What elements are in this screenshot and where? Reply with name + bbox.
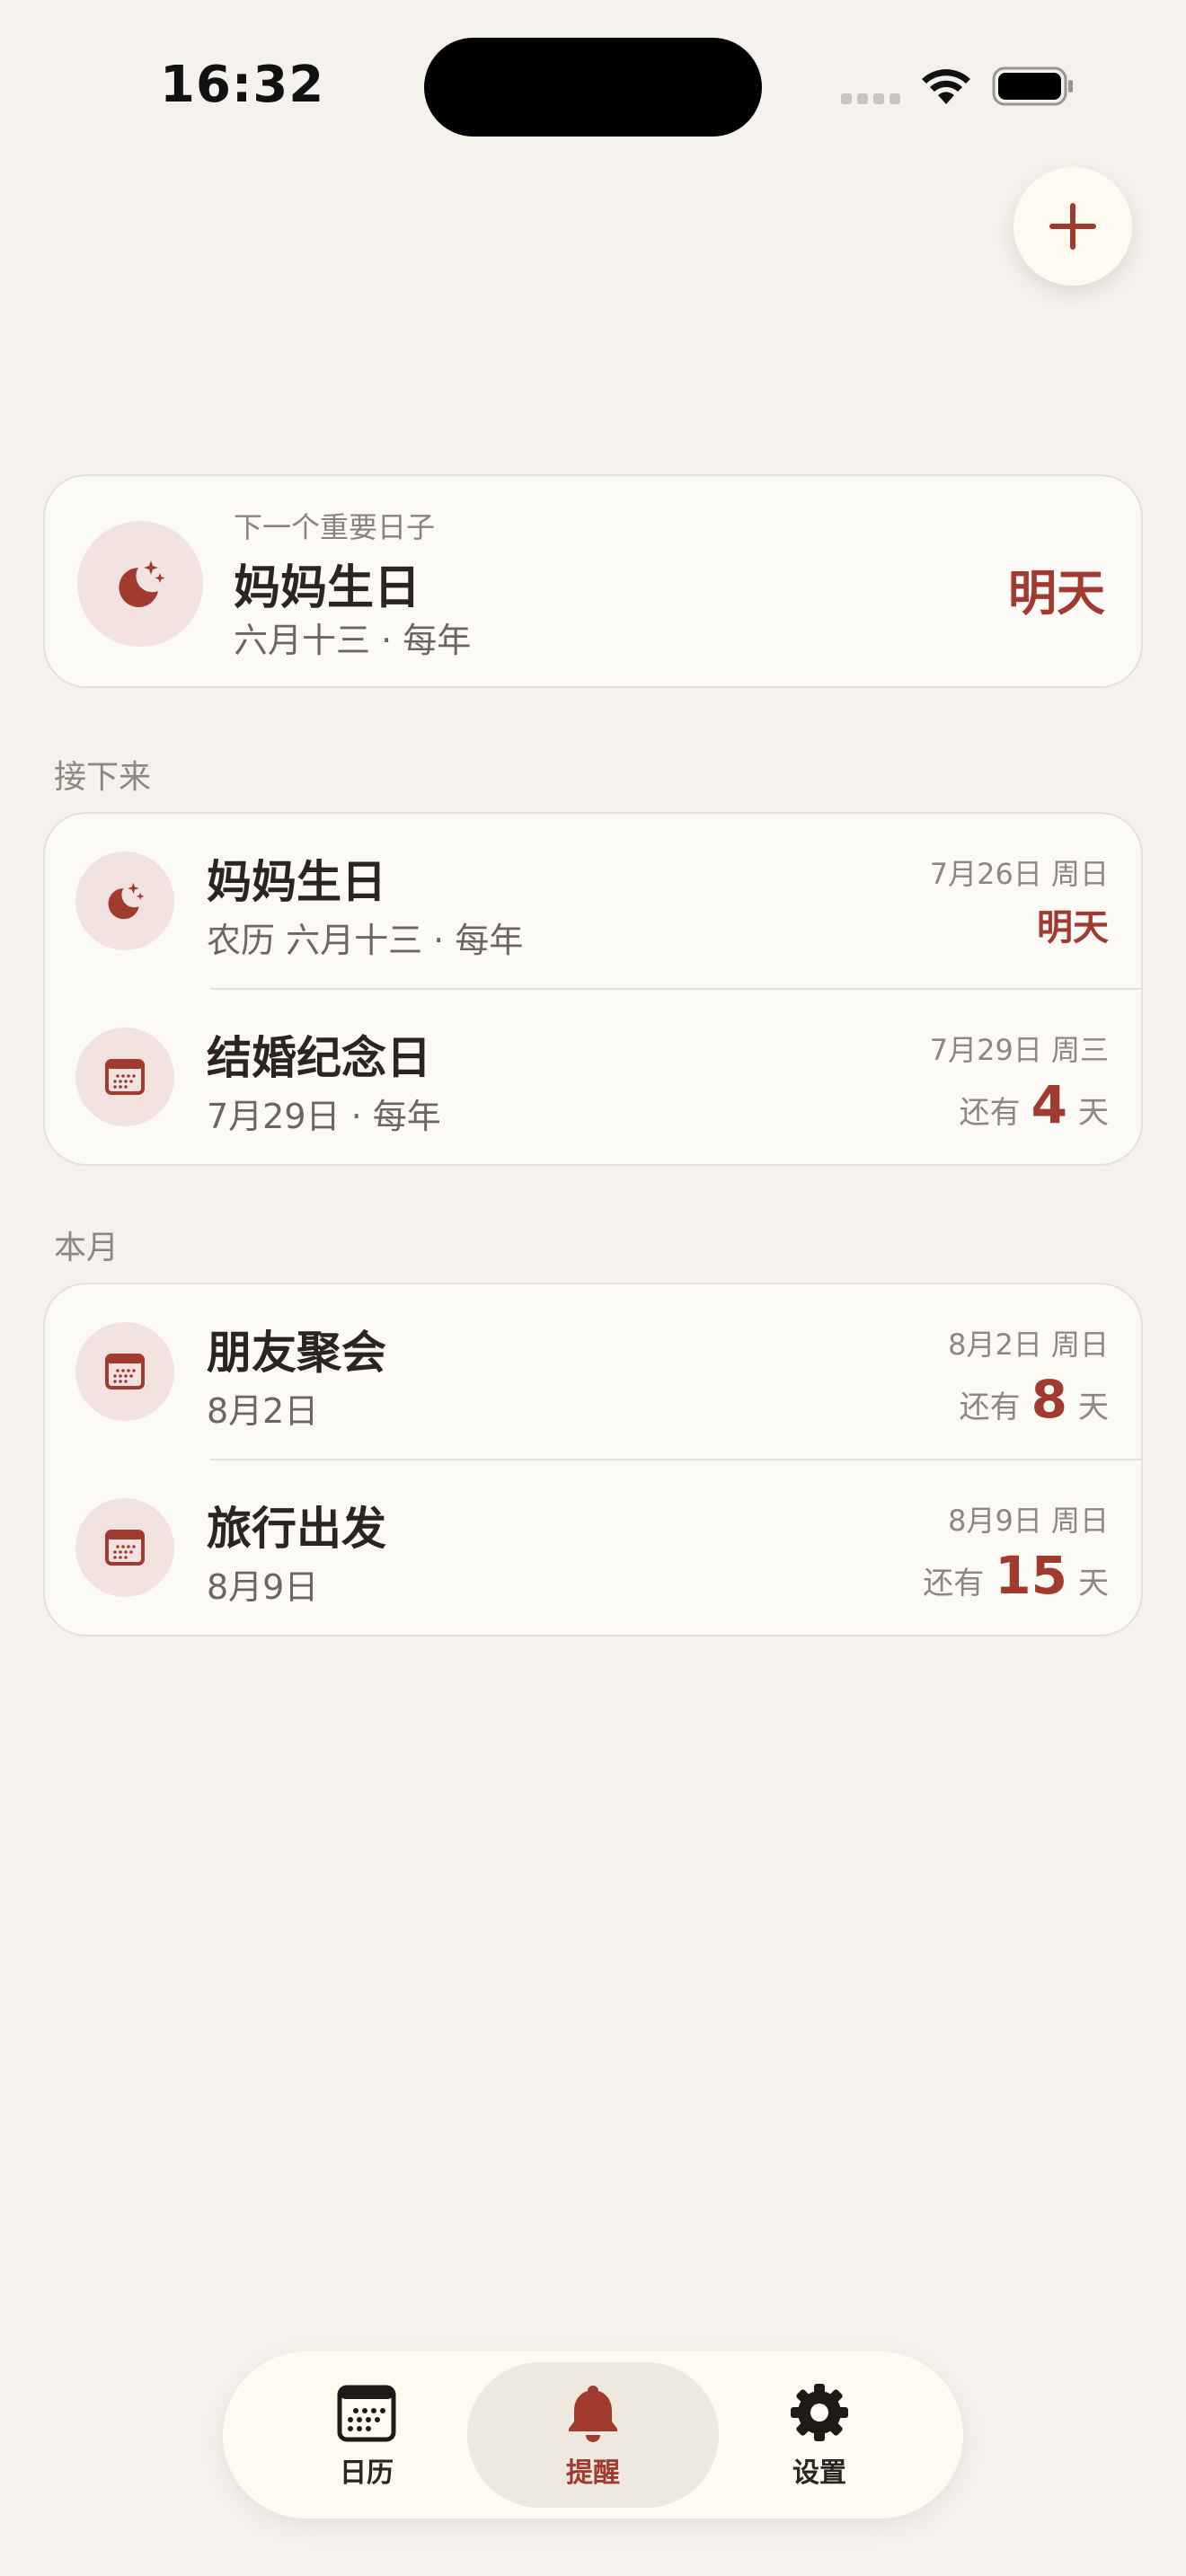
item-title: 妈妈生日 <box>207 856 386 908</box>
item-date: 8月2日 周日 <box>948 1328 1109 1362</box>
bell-icon <box>569 2386 617 2442</box>
item-icon-container <box>75 1498 174 1597</box>
this-month-list: 朋友聚会 8月2日 8月2日 周日 还有 8 天 旅行出发 8月9日 8月9日 … <box>43 1283 1143 1636</box>
item-countdown: 还有 4 天 <box>960 1074 1109 1135</box>
list-item[interactable]: 妈妈生日 农历 六月十三 · 每年 7月26日 周日 明天 <box>45 814 1141 988</box>
moon-stars-icon <box>119 560 165 607</box>
hero-countdown-badge: 明天 <box>1008 565 1105 622</box>
countdown-days: 15 <box>995 1545 1067 1606</box>
item-subtitle: 8月9日 <box>207 1567 319 1607</box>
countdown-prefix: 还有 <box>959 1095 1021 1131</box>
tab-settings[interactable]: 设置 <box>694 2362 945 2508</box>
calendar-icon <box>337 2385 396 2442</box>
gear-icon <box>791 2384 848 2441</box>
tab-calendar[interactable]: 日历 <box>241 2362 492 2508</box>
item-title: 旅行出发 <box>207 1503 386 1555</box>
item-countdown: 明天 <box>1037 898 1109 950</box>
item-countdown: 还有 15 天 <box>923 1545 1109 1606</box>
item-subtitle: 农历 六月十三 · 每年 <box>207 921 524 960</box>
countdown-suffix: 天 <box>1078 1566 1109 1601</box>
section-label-upcoming: 接下来 <box>54 759 152 796</box>
calendar-icon <box>105 1059 145 1095</box>
dynamic-island <box>424 38 762 137</box>
next-important-day-card[interactable]: 下一个重要日子 妈妈生日 六月十三 · 每年 明天 <box>43 474 1143 688</box>
countdown-prefix: 还有 <box>923 1566 985 1601</box>
item-icon-container <box>75 1028 174 1126</box>
hero-subtitle: 六月十三 · 每年 <box>234 621 472 660</box>
countdown-days: 4 <box>1031 1074 1067 1135</box>
countdown-prefix: 还有 <box>959 1389 1021 1425</box>
hero-icon-container <box>77 521 203 647</box>
item-icon-container <box>75 1322 174 1421</box>
moon-stars-icon <box>108 882 145 920</box>
tab-label: 提醒 <box>566 2457 620 2489</box>
tab-label: 日历 <box>340 2457 394 2489</box>
hero-eyebrow: 下一个重要日子 <box>234 510 436 544</box>
item-subtitle: 8月2日 <box>207 1391 319 1431</box>
list-item[interactable]: 朋友聚会 8月2日 8月2日 周日 还有 8 天 <box>45 1284 1141 1459</box>
tab-label: 设置 <box>792 2457 846 2489</box>
item-countdown: 还有 8 天 <box>960 1369 1109 1430</box>
tab-reminders[interactable]: 提醒 <box>467 2362 719 2508</box>
item-icon-container <box>75 851 174 950</box>
countdown-suffix: 天 <box>1078 1095 1109 1131</box>
reminders-screen: 16:32 下一个重要日子 妈妈生日 六月十三 · 每年 明天 接下来 妈妈生日… <box>0 0 1186 2576</box>
cellular-signal-icon <box>841 93 900 104</box>
tab-bar: 日历 提醒 设置 <box>223 2351 963 2519</box>
wifi-icon <box>922 69 970 104</box>
calendar-icon <box>105 1530 145 1566</box>
add-reminder-button[interactable] <box>1013 167 1132 286</box>
status-time: 16:32 <box>160 56 325 114</box>
list-item[interactable]: 旅行出发 8月9日 8月9日 周日 还有 15 天 <box>45 1460 1141 1635</box>
list-item[interactable]: 结婚纪念日 7月29日 · 每年 7月29日 周三 还有 4 天 <box>45 990 1141 1164</box>
hero-title: 妈妈生日 <box>234 561 421 615</box>
item-date: 7月29日 周三 <box>929 1033 1109 1067</box>
item-title: 结婚纪念日 <box>207 1032 431 1084</box>
item-date: 7月26日 周日 <box>929 857 1109 891</box>
item-title: 朋友聚会 <box>207 1327 386 1379</box>
item-date: 8月9日 周日 <box>948 1504 1109 1538</box>
item-subtitle: 7月29日 · 每年 <box>207 1097 441 1136</box>
battery-icon <box>992 66 1073 106</box>
plus-icon <box>1049 203 1096 250</box>
section-label-this-month: 本月 <box>54 1230 119 1266</box>
calendar-icon <box>105 1354 145 1389</box>
countdown-suffix: 天 <box>1078 1389 1109 1425</box>
countdown-days: 8 <box>1031 1369 1067 1430</box>
upcoming-list: 妈妈生日 农历 六月十三 · 每年 7月26日 周日 明天 结婚纪念日 7月29… <box>43 812 1143 1166</box>
item-status: 明天 <box>1037 907 1109 948</box>
